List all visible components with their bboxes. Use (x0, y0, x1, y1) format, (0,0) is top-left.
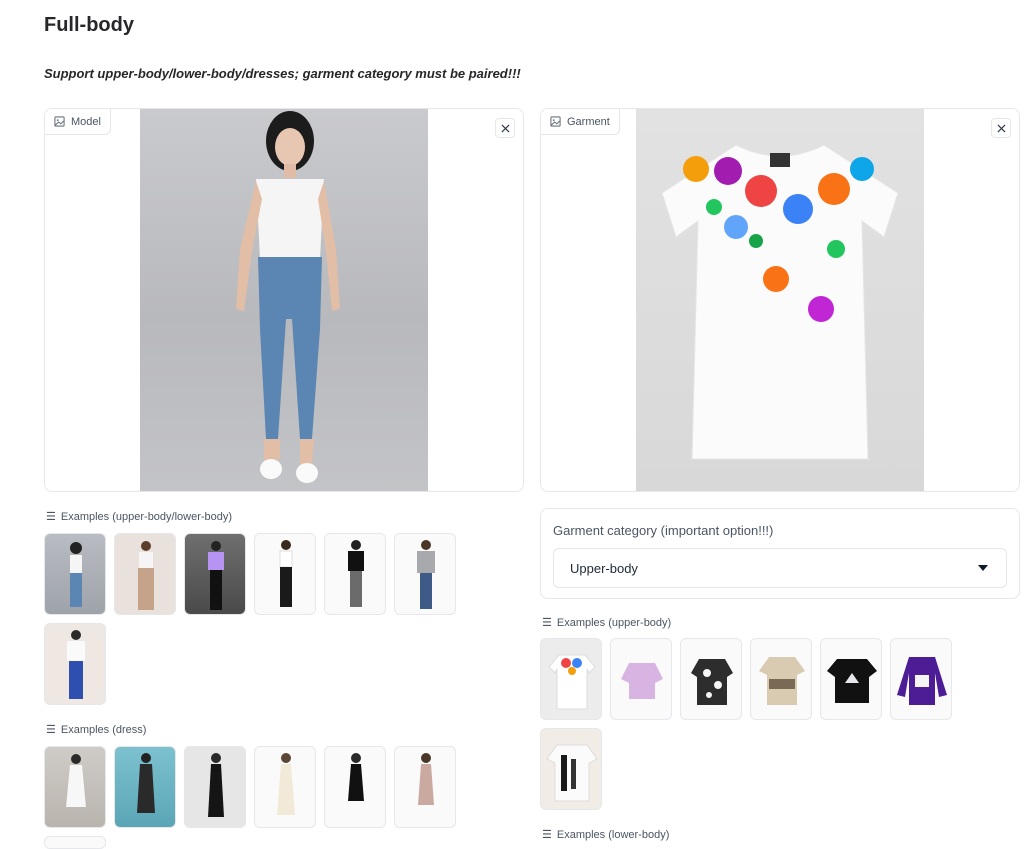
model-photo (140, 109, 428, 491)
list-icon: ☰ (46, 724, 56, 736)
model-image-panel[interactable]: Model (44, 108, 524, 492)
dress-thumbnail-2[interactable] (114, 746, 176, 828)
example-thumbnail-2[interactable] (114, 533, 176, 615)
garment-thumbnail-3[interactable] (680, 638, 742, 720)
garment-thumbnail-2[interactable] (610, 638, 672, 720)
model-figure-illustration (236, 111, 340, 483)
page-subtitle: Support upper-body/lower-body/dresses; g… (44, 66, 521, 81)
model-clear-button[interactable] (495, 118, 515, 138)
example-thumbnail-3[interactable] (184, 533, 246, 615)
garment-image-panel[interactable]: Garment (540, 108, 1020, 492)
tshirt-illustration (661, 144, 899, 460)
garment-clear-button[interactable] (991, 118, 1011, 138)
garment-category-label: Garment category (important option!!!) (553, 523, 774, 538)
garment-thumbnail-4[interactable] (750, 638, 812, 720)
image-icon (54, 116, 65, 127)
dress-thumbnail-4[interactable] (254, 746, 316, 828)
chevron-down-icon (978, 565, 988, 571)
list-icon: ☰ (542, 617, 552, 629)
dress-thumbnail-1[interactable] (44, 746, 106, 828)
dress-thumbnail-7[interactable] (44, 836, 106, 849)
garment-label: Garment (567, 115, 610, 128)
example-thumbnail-5[interactable] (324, 533, 386, 615)
examples-lower-body-label: ☰ Examples (lower-body) (542, 828, 670, 842)
dress-thumbnail-6[interactable] (394, 746, 456, 828)
garment-photo (636, 109, 924, 491)
garment-thumbnail-5[interactable] (820, 638, 882, 720)
example-thumbnail-1[interactable] (44, 533, 106, 615)
list-icon: ☰ (542, 829, 552, 841)
close-icon (500, 123, 510, 133)
garment-category-value: Upper-body (570, 560, 638, 576)
page-title: Full-body (44, 14, 134, 36)
garment-thumbnail-7[interactable] (540, 728, 602, 810)
garment-label-tag: Garment (541, 109, 620, 135)
garment-category-box: Garment category (important option!!!) U… (540, 508, 1020, 599)
model-label-tag: Model (45, 109, 111, 135)
example-thumbnail-4[interactable] (254, 533, 316, 615)
close-icon (996, 123, 1006, 133)
garment-thumbnail-6[interactable] (890, 638, 952, 720)
image-icon (550, 116, 561, 127)
model-label: Model (71, 115, 101, 128)
examples-upper-body-label: ☰ Examples (upper-body) (542, 616, 672, 630)
garment-thumbnail-1[interactable] (540, 638, 602, 720)
garment-category-dropdown[interactable]: Upper-body (553, 548, 1007, 588)
example-thumbnail-7[interactable] (44, 623, 106, 705)
examples-dress-label: ☰ Examples (dress) (46, 723, 147, 737)
dress-thumbnail-3[interactable] (184, 746, 246, 828)
examples-upper-lower-label: ☰ Examples (upper-body/lower-body) (46, 510, 233, 524)
list-icon: ☰ (46, 511, 56, 523)
example-thumbnail-6[interactable] (394, 533, 456, 615)
dress-thumbnail-5[interactable] (324, 746, 386, 828)
